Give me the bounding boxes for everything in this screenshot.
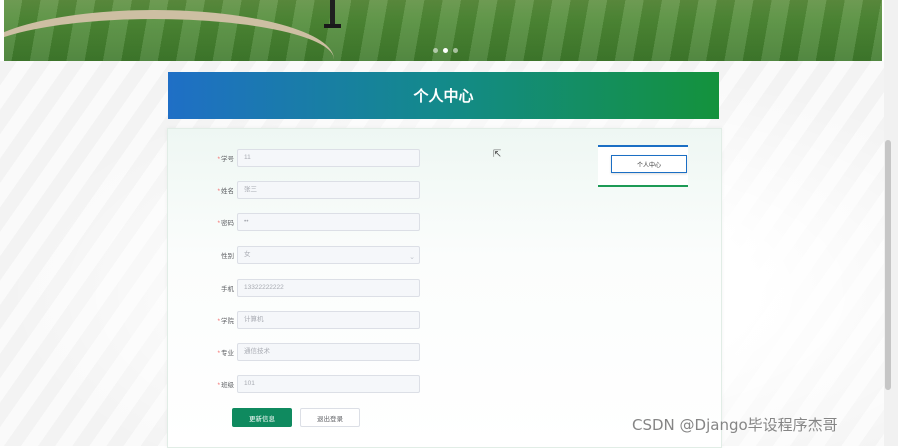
field-label: *专业	[168, 347, 234, 357]
field-label: *班级	[168, 379, 234, 389]
field-value: 11	[244, 154, 251, 161]
field-value: 101	[244, 380, 255, 387]
field-value: 通信技术	[244, 348, 270, 355]
hero-banner	[4, 0, 882, 61]
logout-button[interactable]: 退出登录	[300, 408, 360, 427]
watermark: CSDN @Django毕设程序杰哥	[632, 416, 838, 434]
required-asterisk: *	[217, 350, 220, 357]
chevron-down-icon: ⌄	[409, 254, 415, 261]
field-label: *密码	[168, 217, 234, 227]
mouse-cursor-icon: ⇱	[493, 149, 502, 160]
required-asterisk: *	[217, 220, 220, 227]
field-label: 性别	[168, 250, 234, 260]
page-title: 个人中心	[413, 88, 474, 105]
field-value: 计算机	[244, 316, 264, 323]
field-label: *学院	[168, 315, 234, 325]
field-value: 女	[244, 251, 251, 258]
field-input[interactable]: 张三	[237, 181, 420, 199]
update-info-button[interactable]: 更新信息	[232, 408, 292, 427]
gender-select[interactable]: 女 ⌄	[237, 246, 420, 264]
field-label-text: 专业	[221, 350, 234, 357]
form-row: *班级 101	[168, 375, 428, 395]
carousel-dot[interactable]	[453, 48, 458, 53]
field-value: 张三	[244, 186, 257, 193]
form-row: *学号 11	[168, 149, 428, 169]
required-asterisk: *	[217, 156, 220, 163]
field-value: 13322222222	[244, 284, 284, 291]
field-label-text: 姓名	[221, 188, 234, 195]
side-menu: 个人中心	[598, 145, 688, 187]
lamp-post-base	[324, 24, 341, 28]
field-input[interactable]: 13322222222	[237, 279, 420, 297]
form-row: *密码 ••	[168, 213, 428, 233]
form-row: *学院 计算机	[168, 311, 428, 331]
field-label: *学号	[168, 153, 234, 163]
required-asterisk: *	[217, 318, 220, 325]
field-input[interactable]: 11	[237, 149, 420, 167]
field-label-text: 班级	[221, 382, 234, 389]
form-row: *专业 通信技术	[168, 343, 428, 363]
carousel-dot-active[interactable]	[443, 48, 448, 53]
field-value: ••	[244, 218, 249, 225]
field-label-text: 密码	[221, 220, 234, 227]
profile-panel: *学号 11 *姓名 张三 *密码 •• 性别女 ⌄ 手机 13322222222 *学院 计算机 *专…	[167, 128, 722, 448]
carousel-indicators	[433, 48, 458, 53]
page-title-bar: 个人中心	[168, 72, 719, 119]
required-asterisk: *	[217, 382, 220, 389]
lamp-post	[330, 0, 335, 26]
field-input[interactable]: 101	[237, 375, 420, 393]
form-row: 性别女 ⌄	[168, 246, 428, 266]
field-label-text: 学号	[221, 156, 234, 163]
form-row: *姓名 张三	[168, 181, 428, 201]
side-menu-item-profile[interactable]: 个人中心	[611, 155, 687, 173]
carousel-dot[interactable]	[433, 48, 438, 53]
form-row: 手机 13322222222	[168, 279, 428, 299]
field-label-text: 学院	[221, 318, 234, 325]
field-input[interactable]: 计算机	[237, 311, 420, 329]
field-input[interactable]: ••	[237, 213, 420, 231]
field-label-text: 性别	[221, 253, 234, 260]
field-label: *姓名	[168, 185, 234, 195]
scrollbar-thumb[interactable]	[885, 140, 891, 390]
field-label: 手机	[168, 283, 234, 293]
field-label-text: 手机	[221, 286, 234, 293]
required-asterisk: *	[217, 188, 220, 195]
field-input[interactable]: 通信技术	[237, 343, 420, 361]
